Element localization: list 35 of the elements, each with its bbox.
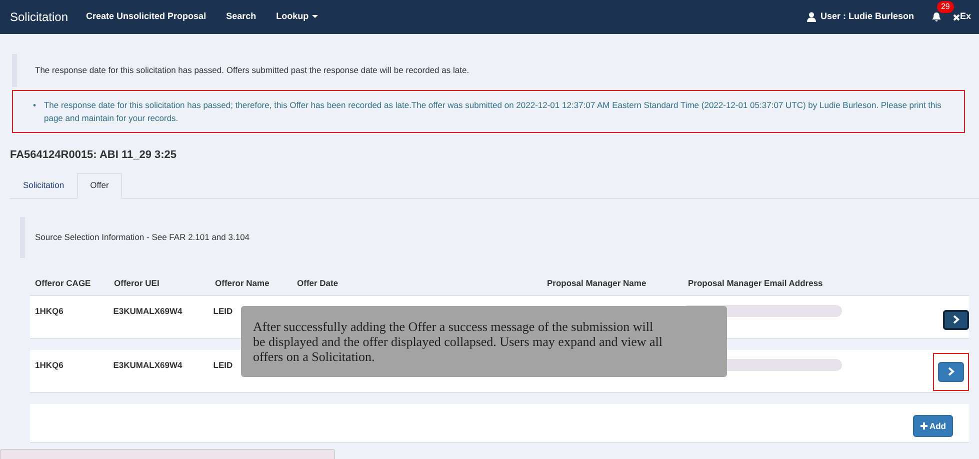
- bullet-mark: •: [33, 98, 36, 112]
- bell-icon[interactable]: [932, 12, 941, 22]
- brand-link[interactable]: Solicitation: [10, 8, 68, 26]
- notification-count: 29: [936, 1, 954, 14]
- nav-link[interactable]: Create Unsolicited Proposal: [86, 10, 206, 24]
- column-header: Offeror Name: [215, 276, 270, 290]
- tab[interactable]: Offer: [77, 172, 122, 199]
- table-cell-text: 1HKQ6: [34, 304, 64, 318]
- table-cell-text: LEID: [213, 358, 234, 372]
- notice-text: Source Selection Information - See FAR 2.101 and 3.104: [35, 232, 250, 242]
- column-header: Offer Date: [297, 276, 340, 290]
- column-header: Proposal Manager Name: [547, 276, 648, 290]
- user-icon: [807, 12, 816, 22]
- alert-message: The response date for this solicitation has passed; therefore, this Offer has been recorded as late.The offer was submitted on 2022-12-01 12:37:07 AM Eastern Standard Time (2022-12-01 05:37:07 UTC) by Ludie Burleson. Please print this page and maintain for your records.: [44, 98, 942, 124]
- expand-button[interactable]: [943, 310, 969, 330]
- tab[interactable]: Solicitation: [10, 172, 78, 198]
- column-header: Proposal Manager Email Address: [688, 276, 824, 290]
- exit-link[interactable]: Ex: [952, 10, 971, 24]
- add-button[interactable]: Add: [913, 414, 953, 438]
- column-header: Offeror UEI: [114, 276, 160, 290]
- user-link[interactable]: User : Ludie Burleson: [807, 10, 914, 24]
- nav-link[interactable]: Search: [226, 10, 256, 24]
- close-icon: [952, 14, 960, 20]
- table-cell-text: E3KUMALX69W4: [113, 358, 184, 372]
- callout-box: After successfully adding the Offer a success message of the submission will be displayed and the offer displayed collapsed. Users may expand and view all offers on a Solicitation.: [241, 306, 727, 377]
- lookup-dropdown[interactable]: Lookup: [276, 10, 318, 24]
- page-title: FA564124R0015: ABI 11_29 3:25: [10, 148, 178, 164]
- table-cell-text: LEID: [213, 304, 234, 318]
- table-cell-text: E3KUMALX69W4: [113, 304, 184, 318]
- alert-message: The response date for this solicitation has passed. Offers submitted past the response date will be recorded as late.: [35, 64, 470, 77]
- plus-icon: [920, 422, 928, 430]
- table-cell-text: 1HKQ6: [34, 358, 64, 372]
- column-header: Offeror CAGE: [34, 276, 92, 290]
- chevron-icon: [947, 367, 955, 376]
- chevron-icon: [952, 315, 960, 324]
